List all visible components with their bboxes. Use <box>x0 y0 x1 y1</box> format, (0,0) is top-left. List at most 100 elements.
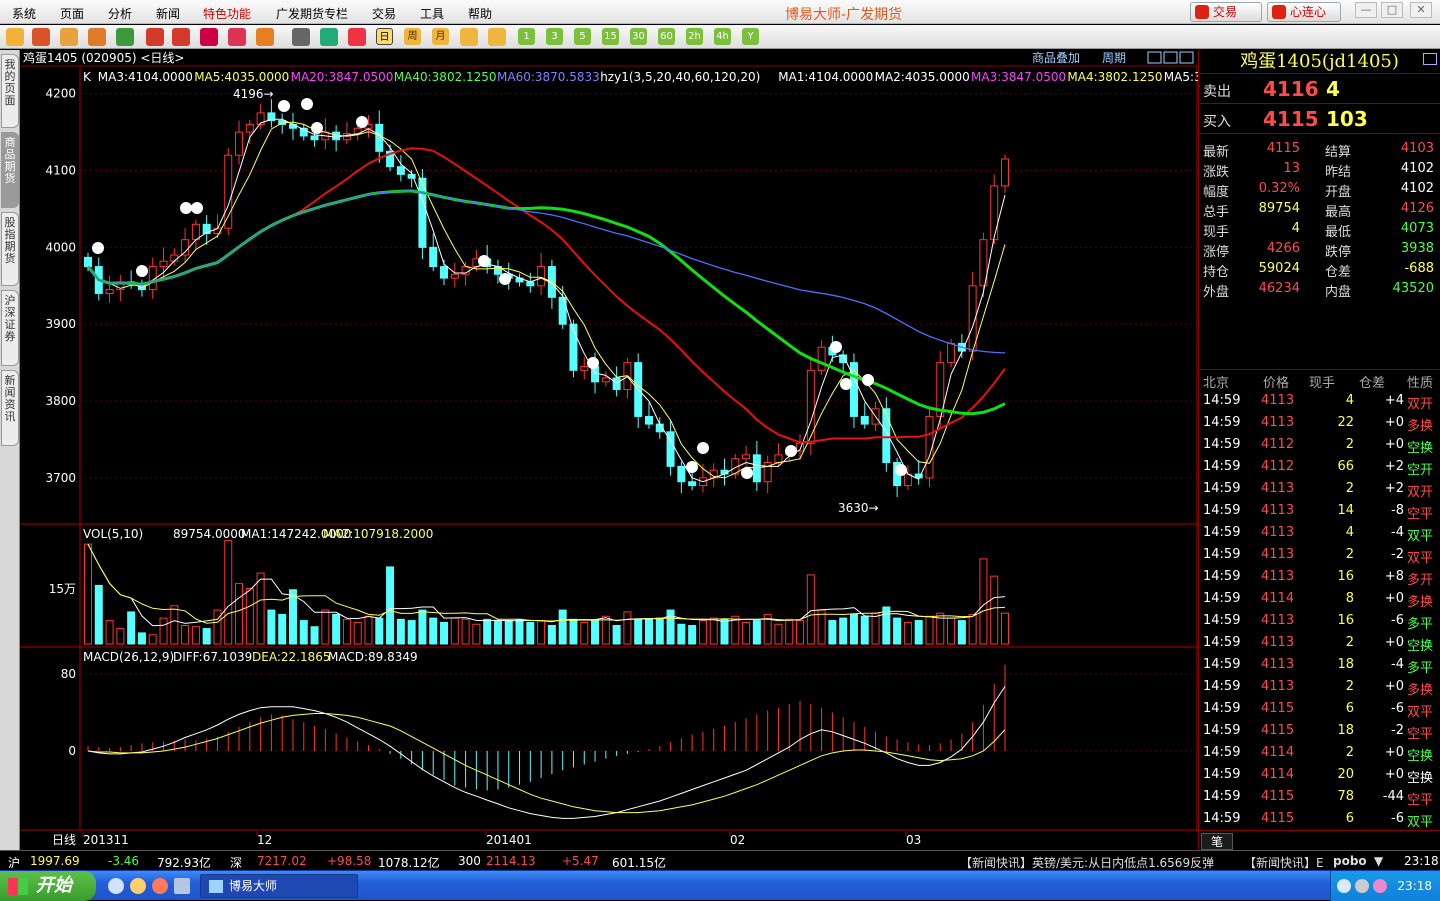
tick-cell: 14:59 <box>1203 767 1241 782</box>
period-link[interactable]: 周期 <box>1102 51 1126 65</box>
stat-label: 最新 <box>1203 145 1230 160</box>
tick-list[interactable]: 14:59 4113 4 +4 双开 14:59 4113 22 +0 多换 14:59 4112 2 +… <box>1199 390 1440 896</box>
explorer-icon[interactable] <box>130 878 146 894</box>
minute-button-7[interactable]: 4h <box>714 28 731 45</box>
menu-item-7[interactable]: 工具 <box>420 5 444 22</box>
chart-line-icon[interactable] <box>320 28 338 46</box>
network-icon[interactable] <box>1355 879 1369 893</box>
tick-row: 14:59 4113 2 -2 双平 <box>1199 544 1440 566</box>
tick-row: 14:59 4113 2 +0 空换 <box>1199 632 1440 654</box>
minute-button-8[interactable]: Y <box>742 28 759 45</box>
menu-item-4[interactable]: 特色功能 <box>203 5 251 22</box>
ma-label-0: K <box>83 70 92 84</box>
news-ticker[interactable]: 【新闻快讯】英镑/美元:从日内低点1.6569反弹 <box>960 854 1214 871</box>
volume-bar <box>537 620 546 645</box>
minute-button-3[interactable]: 15 <box>602 28 619 45</box>
menu-item-8[interactable]: 帮助 <box>468 5 492 22</box>
close-button[interactable]: ✕ <box>1410 2 1432 18</box>
tick-cell: 4113 <box>1261 569 1295 584</box>
media-icon[interactable] <box>152 878 168 894</box>
candle-body <box>105 289 114 294</box>
refresh-icon[interactable] <box>116 28 134 46</box>
ticker-icon[interactable] <box>88 28 106 46</box>
smiley-icon <box>478 255 490 267</box>
tick-icon[interactable] <box>348 28 366 46</box>
volume-bar <box>235 583 244 645</box>
left-tab-3[interactable]: 沪深证券 <box>1 290 19 366</box>
menu-item-5[interactable]: 广发期货专栏 <box>276 5 348 22</box>
desktop-icon[interactable] <box>174 878 190 894</box>
stat-value: 4 <box>1291 221 1300 236</box>
task-item-boyi[interactable]: 博易大师 <box>200 874 358 898</box>
menu-item-2[interactable]: 分析 <box>108 5 132 22</box>
tick-tab[interactable]: 笔 <box>1201 833 1233 850</box>
start-button[interactable]: 开始 <box>0 871 96 901</box>
erase-icon[interactable] <box>256 28 274 46</box>
left-tab-4[interactable]: 新闻资讯 <box>1 370 19 446</box>
folder-icon[interactable] <box>60 28 78 46</box>
volume-icon[interactable] <box>1373 879 1387 893</box>
stat-value: 4103 <box>1400 141 1434 156</box>
tick-cell: -2 <box>1391 547 1404 562</box>
period-button-2[interactable]: 月 <box>432 28 449 45</box>
volume-bar <box>202 628 211 645</box>
tick-cell: +8 <box>1384 569 1404 584</box>
volume-bar <box>504 620 513 645</box>
minute-button-4[interactable]: 30 <box>630 28 647 45</box>
tick-cell: +0 <box>1384 635 1404 650</box>
left-tab-2[interactable]: 股指期货 <box>1 212 19 286</box>
tick-cell: 多换 <box>1407 595 1434 610</box>
chart-header: 鸡蛋1405 (020905) <日线> <box>23 50 184 65</box>
tick-cell: 78 <box>1337 789 1354 804</box>
tick-cell: 4112 <box>1261 459 1295 474</box>
back-icon[interactable] <box>6 28 24 46</box>
panel-toggle-icon[interactable] <box>1423 53 1437 65</box>
draw-icon[interactable] <box>228 28 246 46</box>
tick-cell: 14:59 <box>1203 569 1241 584</box>
home-icon[interactable] <box>32 28 50 46</box>
tick-cell: 4115 <box>1261 789 1295 804</box>
period-button-1[interactable]: 周 <box>404 28 421 45</box>
stat-label: 内盘 <box>1325 285 1352 300</box>
news-ticker-2[interactable]: 【新闻快讯】E <box>1244 854 1324 871</box>
minute-button-6[interactable]: 2h <box>686 28 703 45</box>
minimize-button[interactable]: — <box>1355 2 1377 18</box>
coin-icon[interactable] <box>460 28 478 46</box>
vol-value: 89754.0000 <box>173 527 246 541</box>
trade-button[interactable]: 交易 <box>1190 2 1262 22</box>
xinlianxin-button[interactable]: 心连心 <box>1267 2 1341 22</box>
volume-bar <box>429 617 438 645</box>
overlay-link[interactable]: 商品叠加 <box>1032 50 1080 65</box>
menu-item-6[interactable]: 交易 <box>372 5 396 22</box>
ie-icon[interactable] <box>108 878 124 894</box>
maximize-button[interactable]: □ <box>1381 2 1403 18</box>
cross-icon[interactable] <box>488 28 506 46</box>
menu-item-3[interactable]: 新闻 <box>156 5 180 22</box>
tick-row: 14:59 4114 2 +0 空换 <box>1199 742 1440 764</box>
window-icon[interactable] <box>200 28 218 46</box>
table-icon[interactable] <box>292 28 310 46</box>
candle-body <box>990 185 999 241</box>
tick-cell: -6 <box>1391 811 1404 826</box>
tick-cell: 空换 <box>1407 749 1434 764</box>
left-tab-0[interactable]: 我的页面 <box>1 54 19 128</box>
volume-bar <box>310 626 319 645</box>
minute-button-1[interactable]: 3 <box>546 28 563 45</box>
zoom-out-icon[interactable] <box>172 28 190 46</box>
tick-cell: 4113 <box>1261 393 1295 408</box>
tick-row: 14:59 4113 14 -8 空平 <box>1199 500 1440 522</box>
kline-chart[interactable]: 鸡蛋1405 (020905) <日线> 商品叠加 周期 4200 4100 4000 39… <box>20 50 1198 850</box>
tick-cell: 4115 <box>1261 723 1295 738</box>
period-button-0[interactable]: 日 <box>376 28 393 45</box>
tick-cell: 66 <box>1337 459 1354 474</box>
tick-cell: -8 <box>1391 503 1404 518</box>
volume-bar <box>558 609 567 645</box>
chevron-left-icon[interactable] <box>1337 879 1351 893</box>
zoom-in-icon[interactable] <box>146 28 164 46</box>
menu-item-0[interactable]: 系统 <box>12 5 36 22</box>
minute-button-0[interactable]: 1 <box>518 28 535 45</box>
minute-button-5[interactable]: 60 <box>658 28 675 45</box>
minute-button-2[interactable]: 5 <box>574 28 591 45</box>
menu-item-1[interactable]: 页面 <box>60 5 84 22</box>
left-tab-1[interactable]: 商品期货 <box>1 132 19 208</box>
